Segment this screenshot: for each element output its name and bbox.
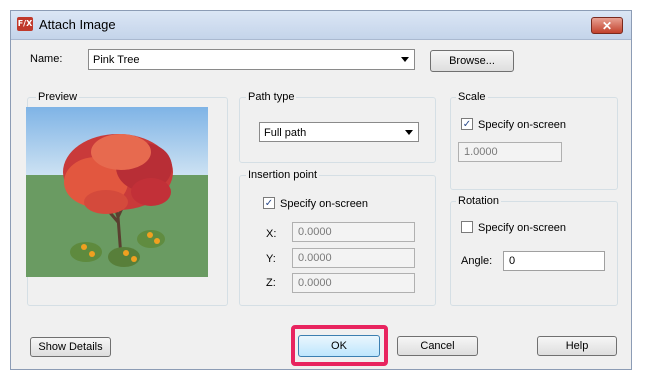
- x-label: X:: [266, 228, 277, 240]
- path-type-value: Full path: [264, 127, 307, 139]
- rotation-specify-checkbox[interactable]: [461, 221, 473, 233]
- path-type-label: Path type: [246, 91, 297, 103]
- z-label: Z:: [266, 277, 276, 289]
- help-button[interactable]: Help: [537, 336, 617, 356]
- close-button[interactable]: ✕: [591, 17, 623, 34]
- scale-input[interactable]: 1.0000: [458, 142, 562, 162]
- name-value: Pink Tree: [93, 54, 140, 66]
- preview-image: [26, 107, 208, 277]
- browse-button[interactable]: Browse...: [430, 50, 514, 72]
- ok-button[interactable]: OK: [298, 335, 380, 357]
- angle-label: Angle:: [461, 255, 493, 267]
- angle-input[interactable]: 0: [503, 251, 605, 271]
- y-label: Y:: [266, 253, 276, 265]
- path-type-dropdown[interactable]: Full path: [259, 122, 419, 142]
- x-input[interactable]: 0.0000: [292, 222, 415, 242]
- rotation-label: Rotation: [456, 195, 501, 207]
- scale-specify-checkbox[interactable]: ✓: [461, 118, 473, 130]
- insertion-point-label: Insertion point: [246, 169, 320, 181]
- preview-label: Preview: [36, 91, 80, 103]
- z-input[interactable]: 0.0000: [292, 273, 415, 293]
- show-details-button[interactable]: Show Details: [30, 337, 111, 357]
- app-logo-icon: F/X: [17, 17, 33, 31]
- insertion-specify-checkbox[interactable]: ✓: [263, 197, 275, 209]
- chevron-down-icon: [401, 57, 409, 62]
- y-input[interactable]: 0.0000: [292, 248, 415, 268]
- scale-label: Scale: [456, 91, 488, 103]
- insertion-specify-label: Specify on-screen: [280, 198, 369, 210]
- title-bar: F/X Attach Image ✕: [11, 11, 631, 40]
- name-dropdown[interactable]: Pink Tree: [88, 49, 415, 70]
- dialog-title: Attach Image: [39, 17, 116, 32]
- rotation-specify-label: Specify on-screen: [478, 222, 567, 234]
- cancel-button[interactable]: Cancel: [397, 336, 478, 356]
- chevron-down-icon: [405, 130, 413, 135]
- name-label: Name:: [30, 53, 63, 65]
- scale-specify-label: Specify on-screen: [478, 119, 567, 131]
